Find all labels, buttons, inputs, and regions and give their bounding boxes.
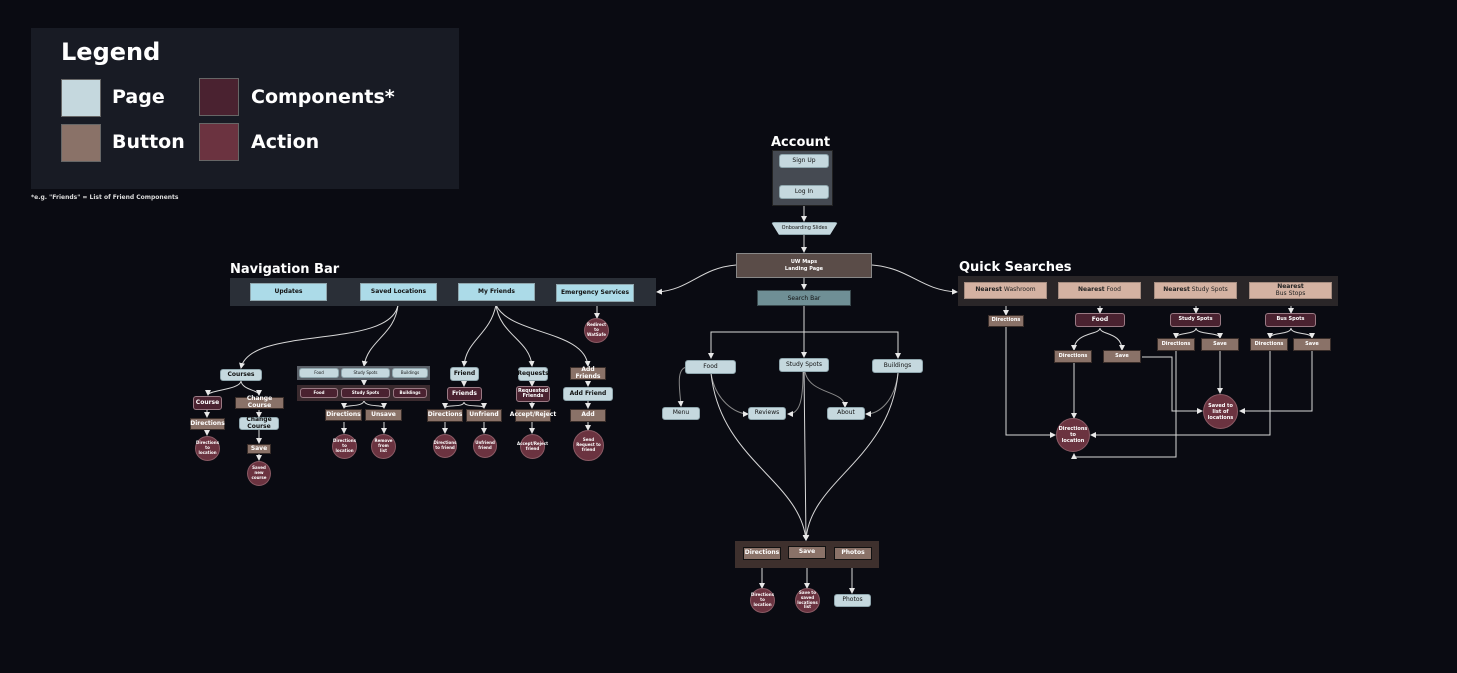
quick-food-directions-button[interactable]: Directions (1054, 350, 1092, 363)
requests-page[interactable]: Requests (517, 367, 549, 381)
quick-nearest-study-spots[interactable]: Nearest Study Spots (1154, 282, 1237, 299)
legend-label-button: Button (112, 131, 185, 153)
photos-page[interactable]: Photos (834, 594, 871, 607)
saved-remove-action: Remove from list (371, 434, 396, 459)
search-buildings-page[interactable]: Buildings (872, 359, 923, 373)
saved-directions-action: Directions to location (332, 434, 357, 459)
reviews-page[interactable]: Reviews (748, 407, 786, 420)
quick-searches-title: Quick Searches (959, 260, 1072, 275)
friend-directions-action: Directions to friend (433, 434, 457, 458)
quick-bus-directions-button[interactable]: Directions (1250, 338, 1288, 351)
quick-food-save-button[interactable]: Save (1103, 350, 1141, 363)
saved-directions-button[interactable]: Directions (325, 409, 362, 421)
nav-my-friends[interactable]: My Friends (458, 283, 535, 301)
quick-nearest-washroom[interactable]: Nearest Washroom (964, 282, 1047, 299)
saved-tab-buildings[interactable]: Buildings (392, 368, 428, 378)
course-saved-action: Saved new course (247, 461, 271, 486)
about-page[interactable]: About (827, 407, 865, 420)
accept-reject-button[interactable]: Accept/Reject (510, 409, 556, 422)
sign-up-page[interactable]: Sign Up (779, 154, 829, 168)
add-button[interactable]: Add (570, 409, 606, 422)
saved-comp-buildings[interactable]: Buildings (393, 388, 427, 398)
friends-component[interactable]: Friends (447, 387, 482, 401)
courses-page[interactable]: Courses (220, 369, 262, 381)
saved-tab-food[interactable]: Food (299, 368, 339, 378)
landing-page[interactable]: UW Maps Landing Page (736, 253, 872, 278)
location-save-button[interactable]: Save (788, 546, 826, 559)
saved-unsave-button[interactable]: Unsave (365, 409, 402, 421)
course-save-button[interactable]: Save (247, 444, 271, 454)
menu-page[interactable]: Menu (662, 407, 700, 420)
saved-comp-food[interactable]: Food (300, 388, 338, 398)
redirect-watsafe-action: Redirect to WatSafe (584, 318, 609, 343)
quick-food-component[interactable]: Food (1075, 313, 1125, 327)
legend-swatch-action (199, 123, 239, 161)
legend-label-components: Components* (251, 86, 395, 108)
onboarding-slides[interactable]: Onboarding Slides (771, 222, 838, 235)
quick-bus-spots-component[interactable]: Bus Spots (1265, 313, 1316, 327)
legend-swatch-button (61, 124, 101, 162)
quick-nearest-food[interactable]: Nearest Food (1058, 282, 1141, 299)
saved-tab-study-spots[interactable]: Study Spots (341, 368, 390, 378)
quick-directions-action: Directions to location (1056, 418, 1090, 452)
legend-swatch-components (199, 78, 239, 116)
quick-washroom-directions-button[interactable]: Directions (988, 315, 1024, 327)
nav-emergency-services[interactable]: Emergency Services (556, 284, 634, 302)
quick-nearest-bus-stops[interactable]: Nearest Bus Stops (1249, 282, 1332, 299)
unfriend-button[interactable]: Unfriend (466, 409, 502, 422)
location-save-action: Save to saved locations list (795, 588, 820, 613)
location-photos-button[interactable]: Photos (834, 547, 872, 560)
add-friend-page[interactable]: Add Friend (563, 387, 613, 401)
nav-updates[interactable]: Updates (250, 283, 327, 301)
location-directions-button[interactable]: Directions (743, 547, 781, 560)
course-component[interactable]: Course (193, 396, 222, 410)
log-in-page[interactable]: Log In (779, 185, 829, 199)
quick-study-spots-component[interactable]: Study Spots (1170, 313, 1221, 327)
requested-friends-component[interactable]: Requested Friends (516, 386, 550, 402)
course-directions-button[interactable]: Directions (190, 418, 225, 430)
legend-title: Legend (61, 38, 161, 66)
quick-study-directions-button[interactable]: Directions (1157, 338, 1195, 351)
legend-label-action: Action (251, 131, 320, 153)
change-course-button[interactable]: Change Course (235, 396, 284, 409)
accept-reject-action: Accept/Reject friend (517, 434, 548, 459)
friend-directions-button[interactable]: Directions (427, 409, 463, 422)
quick-study-save-button[interactable]: Save (1201, 338, 1239, 351)
quick-bus-save-button[interactable]: Save (1293, 338, 1331, 351)
location-directions-action: Directions to location (750, 588, 775, 613)
add-friends-button[interactable]: Add Friends (570, 366, 606, 380)
search-bar[interactable]: Search Bar (757, 290, 851, 306)
nav-bar-title: Navigation Bar (230, 262, 340, 277)
course-directions-action: Directions to location (195, 436, 220, 461)
send-request-action: Send Request to friend (573, 430, 604, 461)
friend-page[interactable]: Friend (450, 367, 479, 381)
change-course-page[interactable]: Change Course (239, 416, 279, 430)
search-study-spots-page[interactable]: Study Spots (779, 358, 829, 372)
nav-saved-locations[interactable]: Saved Locations (360, 283, 437, 301)
legend-swatch-page (61, 79, 101, 117)
search-food-page[interactable]: Food (685, 360, 736, 374)
legend-label-page: Page (112, 86, 165, 108)
saved-comp-study-spots[interactable]: Study Spots (341, 388, 390, 398)
account-title: Account (771, 135, 831, 150)
quick-saved-action: Saved to list of locations (1203, 394, 1238, 429)
unfriend-action: Unfriend friend (473, 434, 497, 458)
legend-footnote: *e.g. "Friends" = List of Friend Compone… (31, 194, 179, 201)
